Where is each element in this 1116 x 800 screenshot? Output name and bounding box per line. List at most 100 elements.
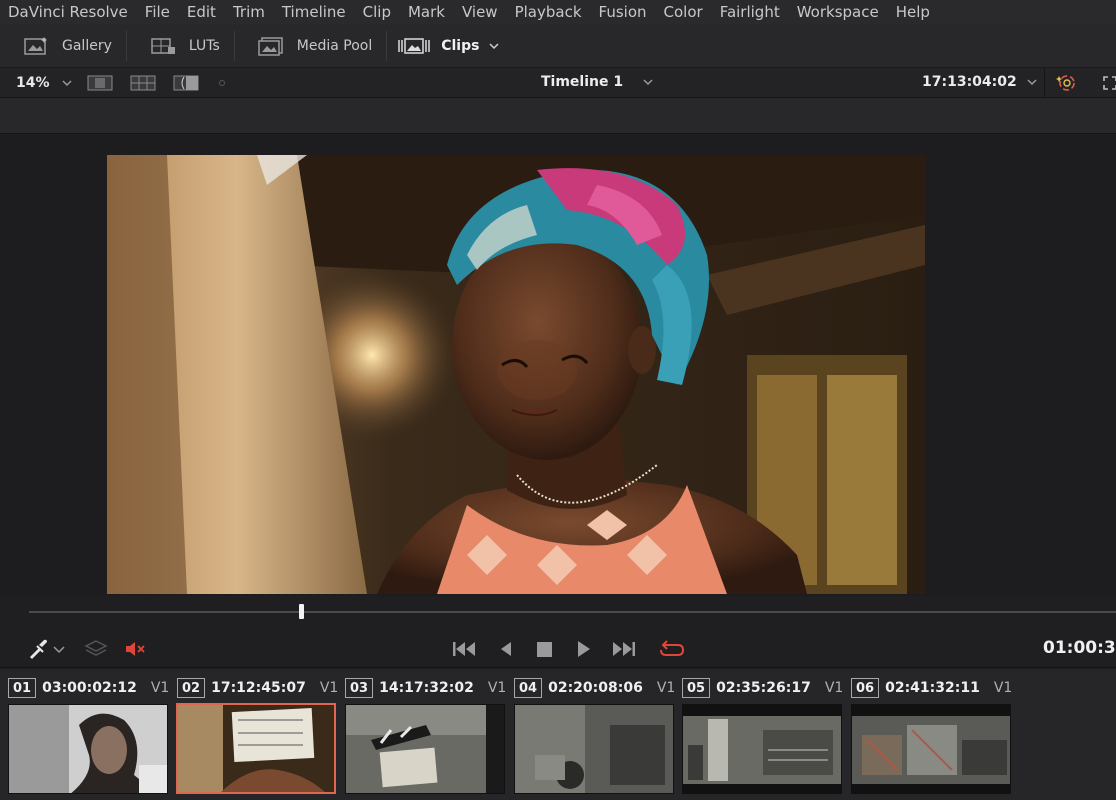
clip-header: 04 02:20:08:06 V1 [506, 677, 675, 699]
viewer-frame[interactable] [107, 155, 925, 594]
menu-bar: DaVinci Resolve File Edit Trim Timeline … [0, 0, 1116, 24]
menu-playback[interactable]: Playback [515, 3, 582, 21]
wipe-icon[interactable] [172, 74, 200, 92]
thumbnail-image [515, 705, 673, 793]
clip-track: V1 [656, 680, 676, 696]
chevron-down-icon [489, 42, 499, 49]
eyedropper-icon[interactable] [26, 638, 50, 660]
split-screen-icon[interactable] [86, 74, 114, 92]
skip-back-icon[interactable] [452, 638, 476, 660]
clip-number: 04 [514, 678, 543, 698]
thumbnail-image [346, 705, 504, 793]
thumbnail-image [683, 705, 841, 793]
luts-button[interactable]: LUTs [127, 24, 234, 68]
gallery-label: Gallery [62, 37, 112, 54]
play-icon[interactable] [572, 638, 596, 660]
clip-01[interactable]: 01 03:00:02:12 V1 [0, 677, 169, 800]
timeline-name: Timeline 1 [541, 74, 624, 90]
clips-button[interactable]: Clips [387, 24, 513, 68]
chevron-down-icon[interactable] [52, 638, 66, 660]
stop-icon[interactable] [533, 638, 557, 660]
source-timecode-dropdown[interactable]: 17:13:04:02 [922, 74, 1037, 90]
clip-number: 05 [682, 678, 711, 698]
clip-track: V1 [150, 680, 170, 696]
clip-03[interactable]: 03 14:17:32:02 V1 [337, 677, 506, 800]
clip-thumbnail[interactable] [851, 704, 1011, 794]
loop-icon[interactable] [658, 638, 686, 660]
menu-fusion[interactable]: Fusion [599, 3, 647, 21]
step-back-icon[interactable] [495, 638, 519, 660]
clip-thumbnail[interactable] [8, 704, 168, 794]
playhead[interactable] [298, 604, 304, 619]
gallery-icon [24, 36, 47, 55]
menu-file[interactable]: File [145, 3, 170, 21]
clip-timecode: 02:20:08:06 [548, 680, 643, 696]
clip-header: 06 02:41:32:11 V1 [843, 677, 1012, 699]
clip-thumbnail[interactable] [176, 703, 336, 794]
chevron-down-icon [1027, 79, 1037, 86]
zoom-dropdown[interactable]: 14% [0, 75, 86, 91]
clip-05[interactable]: 05 02:35:26:17 V1 [674, 677, 843, 800]
zoom-value: 14% [16, 74, 50, 91]
scrubber-bar[interactable] [0, 596, 1116, 630]
mute-icon[interactable] [124, 638, 148, 660]
skip-forward-icon[interactable] [612, 638, 636, 660]
color-wheel-icon[interactable] [1056, 73, 1076, 93]
media-pool-icon [258, 36, 283, 56]
menu-davinci-resolve[interactable]: DaVinci Resolve [8, 3, 128, 21]
clip-02[interactable]: 02 17:12:45:07 V1 [169, 677, 338, 800]
clip-thumbnail[interactable] [345, 704, 505, 794]
source-timecode: 17:13:04:02 [922, 74, 1017, 90]
luts-label: LUTs [188, 37, 220, 54]
menu-edit[interactable]: Edit [187, 3, 216, 21]
video-frame-image [107, 155, 925, 594]
clip-06[interactable]: 06 02:41:32:11 V1 [843, 677, 1012, 800]
clip-header: 03 14:17:32:02 V1 [337, 677, 506, 699]
chevron-down-icon [61, 79, 72, 86]
viewer-area [0, 134, 1116, 596]
menu-timeline[interactable]: Timeline [282, 3, 346, 21]
clip-timecode: 02:35:26:17 [716, 680, 811, 696]
clip-timecode: 17:12:45:07 [211, 680, 306, 696]
menu-help[interactable]: Help [896, 3, 930, 21]
viewer-header: 14% Timeline 1 17:13:04:02 [0, 68, 1116, 98]
grid-view-icon[interactable] [129, 74, 157, 92]
clip-header: 02 17:12:45:07 V1 [169, 677, 338, 699]
scrubber-track[interactable] [29, 611, 1116, 613]
menu-view[interactable]: View [462, 3, 498, 21]
thumbnail-image [9, 705, 167, 793]
clip-timecode: 14:17:32:02 [379, 680, 474, 696]
clips-icon [398, 37, 430, 54]
clip-number: 02 [177, 678, 206, 698]
layers-icon[interactable] [84, 638, 108, 660]
record-timecode: 01:00:34 [1043, 638, 1116, 658]
clip-thumbnail[interactable] [682, 704, 842, 794]
clip-track: V1 [824, 680, 844, 696]
menu-clip[interactable]: Clip [363, 3, 391, 21]
clip-number: 06 [851, 678, 880, 698]
status-dot [219, 79, 225, 86]
menu-color[interactable]: Color [664, 3, 703, 21]
viewer-subbar [0, 98, 1116, 134]
clip-track: V1 [487, 680, 507, 696]
clip-track: V1 [319, 680, 339, 696]
menu-mark[interactable]: Mark [408, 3, 445, 21]
clip-strip: 01 03:00:02:12 V1 02 17:12:45:07 V1 03 1… [0, 669, 1116, 800]
expand-icon[interactable] [1100, 73, 1116, 93]
toolbar: Gallery LUTs Media Pool Clips [0, 24, 1116, 68]
clip-04[interactable]: 04 02:20:08:06 V1 [506, 677, 675, 800]
media-pool-button[interactable]: Media Pool [235, 24, 386, 68]
menu-fairlight[interactable]: Fairlight [720, 3, 780, 21]
clip-header: 01 03:00:02:12 V1 [0, 677, 169, 699]
clip-track: V1 [993, 680, 1013, 696]
clip-number: 01 [8, 678, 37, 698]
menu-workspace[interactable]: Workspace [797, 3, 879, 21]
clip-timecode: 03:00:02:12 [42, 680, 137, 696]
clip-timecode: 02:41:32:11 [885, 680, 980, 696]
clip-thumbnail[interactable] [514, 704, 674, 794]
menu-trim[interactable]: Trim [233, 3, 265, 21]
gallery-button[interactable]: Gallery [0, 24, 126, 68]
header-divider [1044, 68, 1045, 98]
timeline-selector[interactable]: Timeline 1 [541, 74, 653, 90]
clips-label: Clips [441, 37, 480, 54]
